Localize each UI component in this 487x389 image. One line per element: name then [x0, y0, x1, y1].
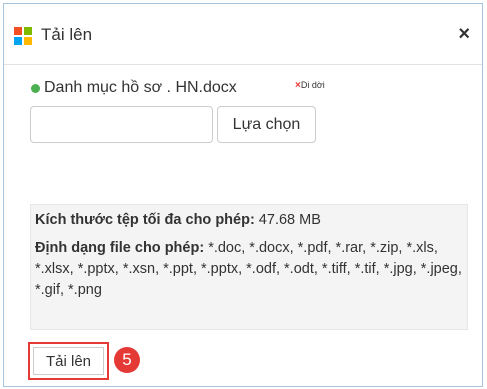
formats-line: Định dạng file cho phép: *.doc, *.docx, …	[35, 238, 463, 301]
file-path-input[interactable]	[30, 106, 213, 143]
dialog-header: Tải lên ×	[4, 4, 482, 65]
file-name: Danh mục hồ sơ . HN.docx	[44, 79, 237, 96]
max-size-line: Kích thước tệp tối đa cho phép: 47.68 MB	[35, 210, 463, 231]
choose-file-button[interactable]: Lựa chọn	[217, 106, 316, 143]
upload-button[interactable]: Tải lên	[33, 347, 104, 375]
close-icon[interactable]: ×	[458, 24, 470, 44]
max-size-value: 47.68 MB	[254, 212, 321, 228]
remove-file-link[interactable]: ×Di dời	[295, 80, 325, 91]
formats-label: Định dạng file cho phép:	[35, 240, 205, 256]
dialog-title: Tải lên	[41, 25, 93, 44]
upload-button-highlight: Tải lên	[28, 342, 109, 380]
upload-constraints-panel: Kích thước tệp tối đa cho phép: 47.68 MB…	[30, 204, 468, 330]
step-number-badge: 5	[114, 347, 140, 373]
remove-label: Di dời	[300, 80, 325, 90]
max-size-label: Kích thước tệp tối đa cho phép:	[35, 212, 255, 228]
windows-grid-icon	[14, 27, 32, 45]
status-dot-icon	[31, 84, 40, 93]
upload-dialog: Tải lên × Danh mục hồ sơ . HN.docx ×Di d…	[3, 3, 483, 387]
